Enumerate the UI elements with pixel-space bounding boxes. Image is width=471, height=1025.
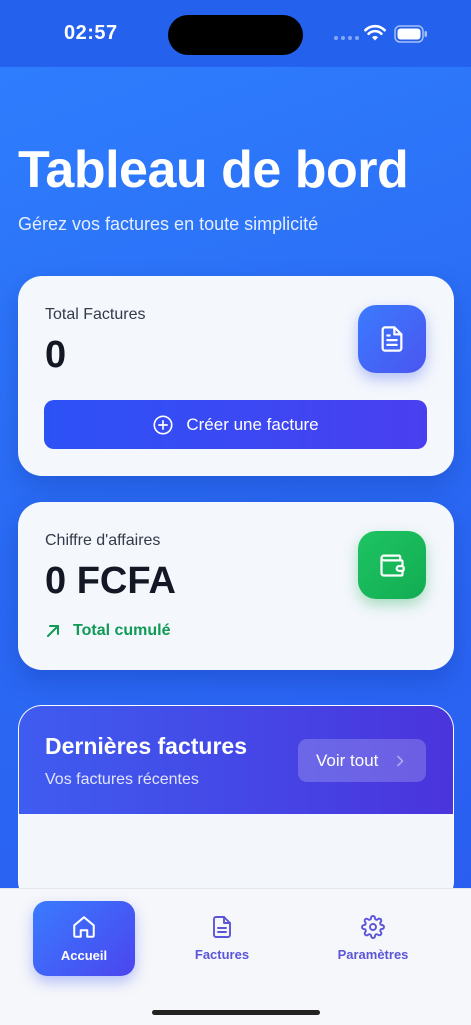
plus-circle-icon xyxy=(153,414,173,435)
recent-invoices-title: Dernières factures xyxy=(45,733,247,759)
tab-invoices[interactable]: Factures xyxy=(171,901,273,976)
revenue-card: Chiffre d'affaires 0 FCFA Total cumulé xyxy=(18,502,454,670)
status-time: 02:57 xyxy=(64,22,118,44)
home-indicator xyxy=(152,1010,320,1015)
total-invoices-value: 0 xyxy=(45,334,67,376)
see-all-button[interactable]: Voir tout xyxy=(298,739,426,782)
tab-invoices-label: Factures xyxy=(194,947,250,962)
trend-label: Total cumulé xyxy=(73,622,171,639)
status-bar: 02:57 xyxy=(0,0,471,67)
recent-invoices-header: Dernières factures Vos factures récentes… xyxy=(19,706,453,814)
total-invoices-card: Total Factures 0 Créer une facture xyxy=(18,276,454,476)
gear-icon xyxy=(361,915,385,939)
battery-icon xyxy=(394,25,427,43)
create-invoice-button[interactable]: Créer une facture xyxy=(44,400,427,449)
page-subtitle: Gérez vos factures en toute simplicité xyxy=(18,214,319,234)
recent-invoices-subtitle: Vos factures récentes xyxy=(45,771,199,788)
tab-home[interactable]: Accueil xyxy=(33,901,135,976)
tab-bar: Accueil Factures Paramètres xyxy=(0,888,471,1025)
revenue-value: 0 FCFA xyxy=(45,560,176,602)
tab-home-label: Accueil xyxy=(60,948,108,963)
revenue-trend: Total cumulé xyxy=(45,622,171,640)
chevron-right-icon xyxy=(397,755,404,766)
document-icon xyxy=(358,305,426,373)
tab-settings-label: Paramètres xyxy=(337,947,409,962)
see-all-label: Voir tout xyxy=(316,750,379,770)
dynamic-island xyxy=(168,15,303,55)
home-icon xyxy=(73,916,95,938)
tab-settings[interactable]: Paramètres xyxy=(322,901,424,976)
trend-arrow-icon xyxy=(47,625,59,637)
cellular-signal-icon xyxy=(334,36,359,40)
recent-invoices-card: Dernières factures Vos factures récentes… xyxy=(18,705,454,905)
create-invoice-label: Créer une facture xyxy=(186,414,319,434)
page-title: Tableau de bord xyxy=(18,141,409,199)
document-icon xyxy=(213,916,231,938)
total-invoices-label: Total Factures xyxy=(45,306,146,323)
wifi-icon xyxy=(364,24,386,41)
revenue-label: Chiffre d'affaires xyxy=(45,532,161,549)
wallet-icon xyxy=(358,531,426,599)
